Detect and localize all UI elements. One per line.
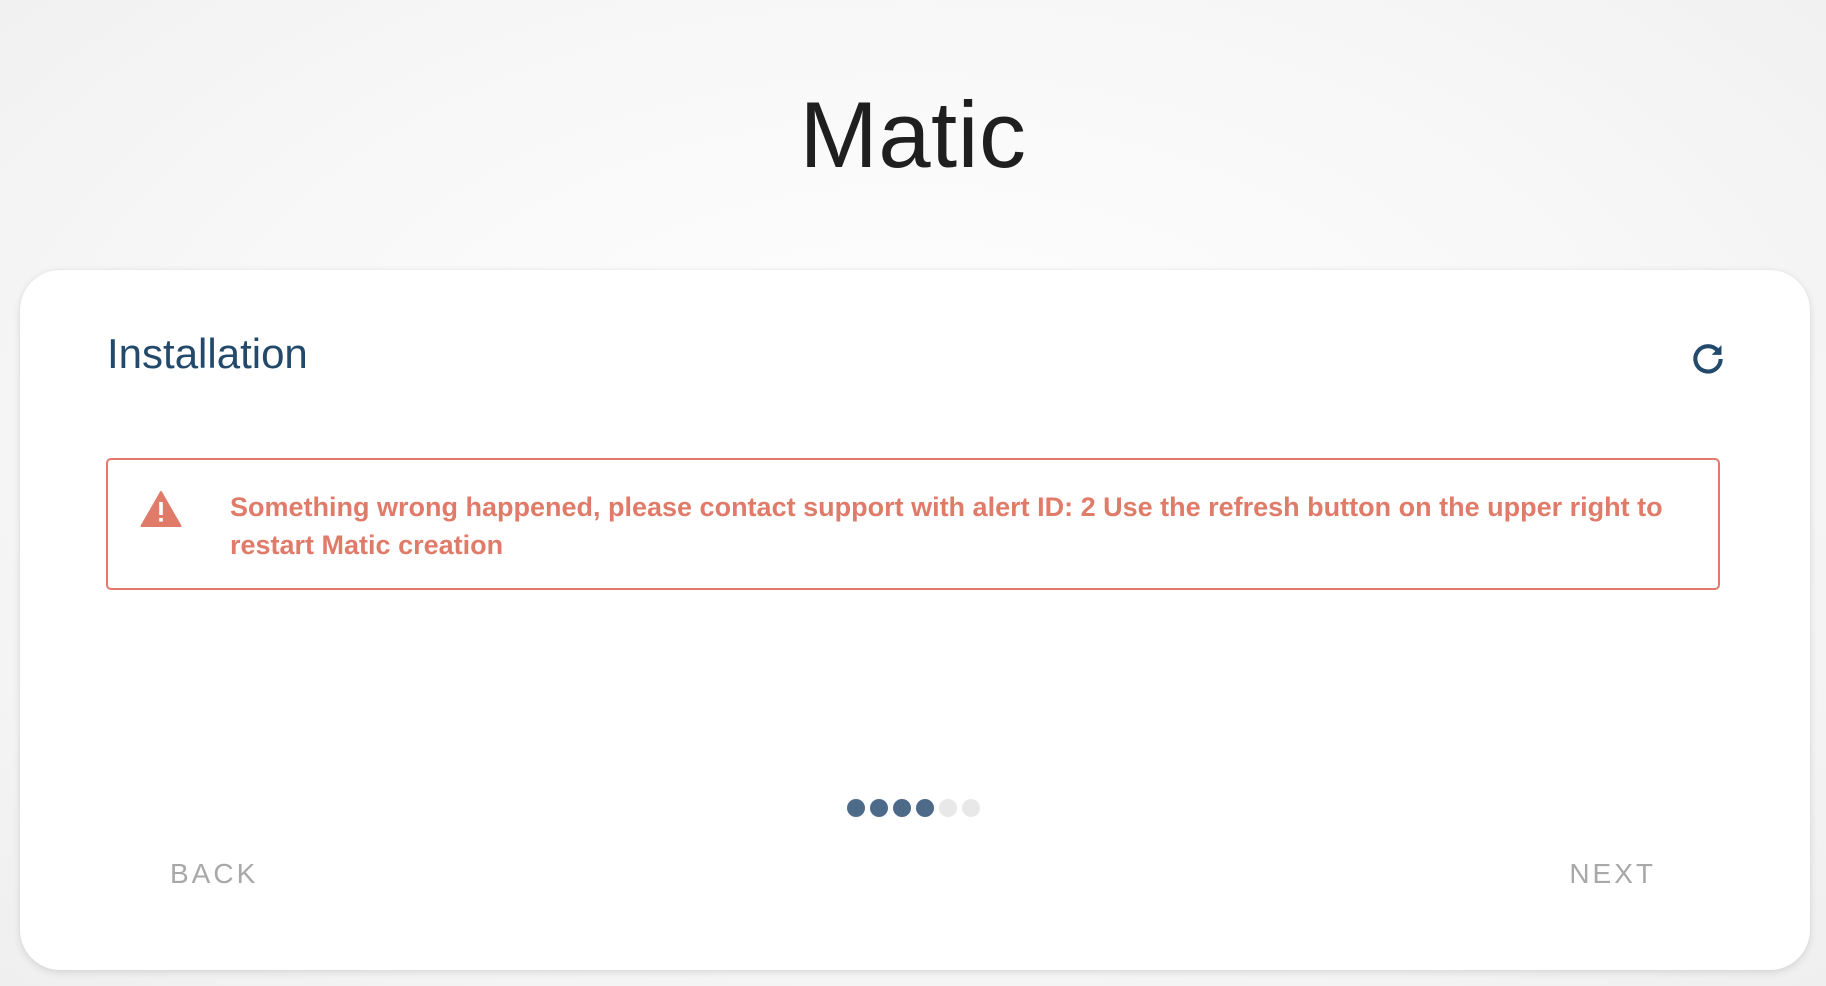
alert-message: Something wrong happened, please contact…: [230, 492, 1663, 560]
step-dot: [939, 799, 957, 817]
step-dot: [870, 799, 888, 817]
card-title: Installation: [107, 330, 308, 377]
step-dot: [847, 799, 865, 817]
back-button[interactable]: BACK: [156, 850, 272, 898]
step-dot: [962, 799, 980, 817]
warning-triangle-icon: [140, 491, 182, 527]
error-alert: Something wrong happened, please contact…: [106, 458, 1720, 590]
refresh-icon: [1693, 344, 1723, 374]
progress-stepper: [847, 799, 980, 817]
next-button[interactable]: NEXT: [1555, 850, 1670, 898]
installation-card: Installation Something wrong happened, p…: [20, 270, 1810, 970]
app-title: Matic: [799, 82, 1027, 187]
step-dot: [916, 799, 934, 817]
step-dot: [893, 799, 911, 817]
refresh-button[interactable]: [1685, 336, 1731, 382]
